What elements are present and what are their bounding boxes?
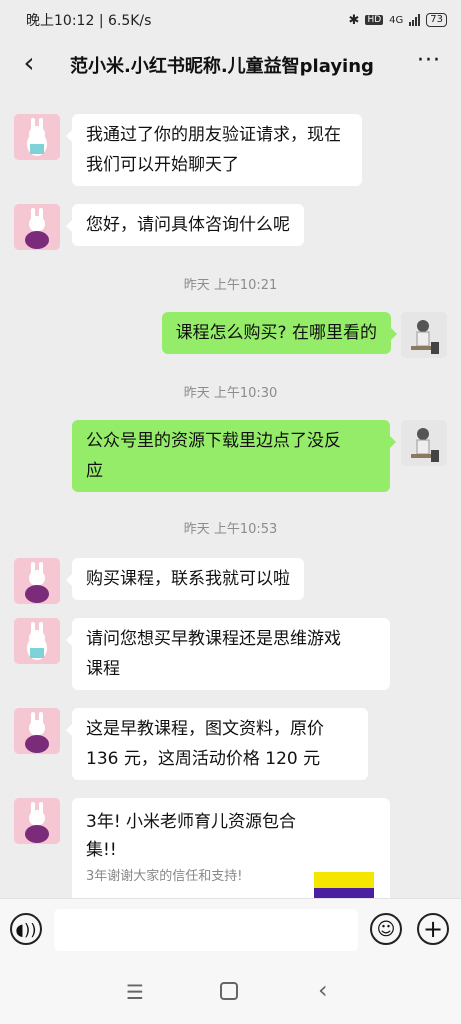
bunny-icon xyxy=(14,798,60,844)
status-left: 晚上10:12 | 6.5K/s xyxy=(26,10,151,30)
card-title-line: 3年! 小米老师育儿资源包合 xyxy=(86,812,297,832)
user-photo-icon xyxy=(401,420,447,466)
message-bubble-incoming[interactable]: 这是早教课程，图文资料，原价 136 元，这周活动价格 120 元 xyxy=(66,708,368,780)
message-line: 我们可以开始聊天了 xyxy=(86,155,239,175)
battery-icon: 73 xyxy=(426,13,447,27)
home-icon[interactable] xyxy=(220,982,238,1000)
network-label: 4G xyxy=(389,14,404,26)
timestamp: 昨天 上午10:53 xyxy=(183,522,278,537)
bunny-icon xyxy=(14,708,60,754)
ellipsis-icon[interactable]: ··· xyxy=(417,48,441,73)
back-icon[interactable]: ‹ xyxy=(318,976,328,1004)
message-bubble-incoming[interactable]: 请问您想买早教课程还是思维游戏 课程 xyxy=(66,618,390,690)
message-line: 请问您想买早教课程还是思维游戏 xyxy=(86,629,341,649)
status-right: ✱ HD 4G 73 xyxy=(349,13,447,28)
message-bubble-incoming[interactable]: 您好，请问具体咨询什么呢 xyxy=(66,204,304,246)
message-line: 我通过了你的朋友验证请求，现在 xyxy=(86,125,341,145)
message-bubble-outgoing[interactable]: 课程怎么购买? 在哪里看的 xyxy=(161,312,398,354)
battery-level: 73 xyxy=(430,14,443,25)
hd-icon: HD xyxy=(365,15,384,25)
contact-avatar[interactable] xyxy=(14,558,60,604)
menu-icon[interactable]: ☰ xyxy=(126,980,144,1004)
message-line: 应 xyxy=(86,461,103,481)
plus-icon[interactable]: + xyxy=(417,913,449,945)
bunny-icon xyxy=(14,558,60,604)
message-bubble-outgoing[interactable]: 公众号里的资源下载里边点了没反 应 xyxy=(72,420,396,492)
message-line: 课程 xyxy=(86,659,120,679)
my-avatar[interactable] xyxy=(401,420,447,466)
bunny-icon xyxy=(14,618,60,664)
bunny-icon xyxy=(14,114,60,160)
status-time: 晚上10:12 xyxy=(26,13,95,29)
message-bubble-incoming[interactable]: 购买课程，联系我就可以啦 xyxy=(66,558,304,600)
card-thumbnail xyxy=(314,872,374,898)
user-photo-icon xyxy=(401,312,447,358)
timestamp: 昨天 上午10:30 xyxy=(183,386,278,401)
chat-title: 范小米.小红书昵称.儿童益智playing xyxy=(70,56,374,77)
bluetooth-icon: ✱ xyxy=(348,12,360,28)
status-divider: | xyxy=(98,13,108,29)
chevron-left-icon[interactable]: ‹ xyxy=(14,46,44,79)
voice-icon[interactable]: ◖)) xyxy=(10,913,42,945)
card-title-line: 集!! xyxy=(86,840,117,860)
contact-avatar[interactable] xyxy=(14,618,60,664)
message-text: 购买课程，联系我就可以啦 xyxy=(86,569,290,589)
message-bubble-incoming[interactable]: 我通过了你的朋友验证请求，现在 我们可以开始聊天了 xyxy=(66,114,362,186)
timestamp: 昨天 上午10:21 xyxy=(183,278,278,293)
system-nav-bar: ☰ ‹ xyxy=(0,962,461,1024)
contact-avatar[interactable] xyxy=(14,798,60,844)
contact-avatar[interactable] xyxy=(14,708,60,754)
message-text: 课程怎么购买? 在哪里看的 xyxy=(175,323,377,343)
message-line: 136 元，这周活动价格 120 元 xyxy=(86,749,321,769)
message-input[interactable] xyxy=(54,909,358,951)
contact-avatar[interactable] xyxy=(14,204,60,250)
status-speed: 6.5K/s xyxy=(107,13,152,29)
input-bar: ◖)) ☺ + xyxy=(0,898,461,962)
message-line: 公众号里的资源下载里边点了没反 xyxy=(86,431,341,451)
signal-icon xyxy=(409,14,421,26)
link-card[interactable]: 3年! 小米老师育儿资源包合 集!! 3年谢谢大家的信任和支持! xyxy=(72,798,390,898)
chat-header: ‹ 范小米.小红书昵称.儿童益智playing ··· xyxy=(0,40,461,86)
emoji-icon[interactable]: ☺ xyxy=(370,913,402,945)
contact-avatar[interactable] xyxy=(14,114,60,160)
message-text: 您好，请问具体咨询什么呢 xyxy=(86,215,290,235)
bunny-icon xyxy=(14,204,60,250)
my-avatar[interactable] xyxy=(401,312,447,358)
status-bar: 晚上10:12 | 6.5K/s ✱ HD 4G 73 xyxy=(0,0,461,40)
message-line: 这是早教课程，图文资料，原价 xyxy=(86,719,324,739)
